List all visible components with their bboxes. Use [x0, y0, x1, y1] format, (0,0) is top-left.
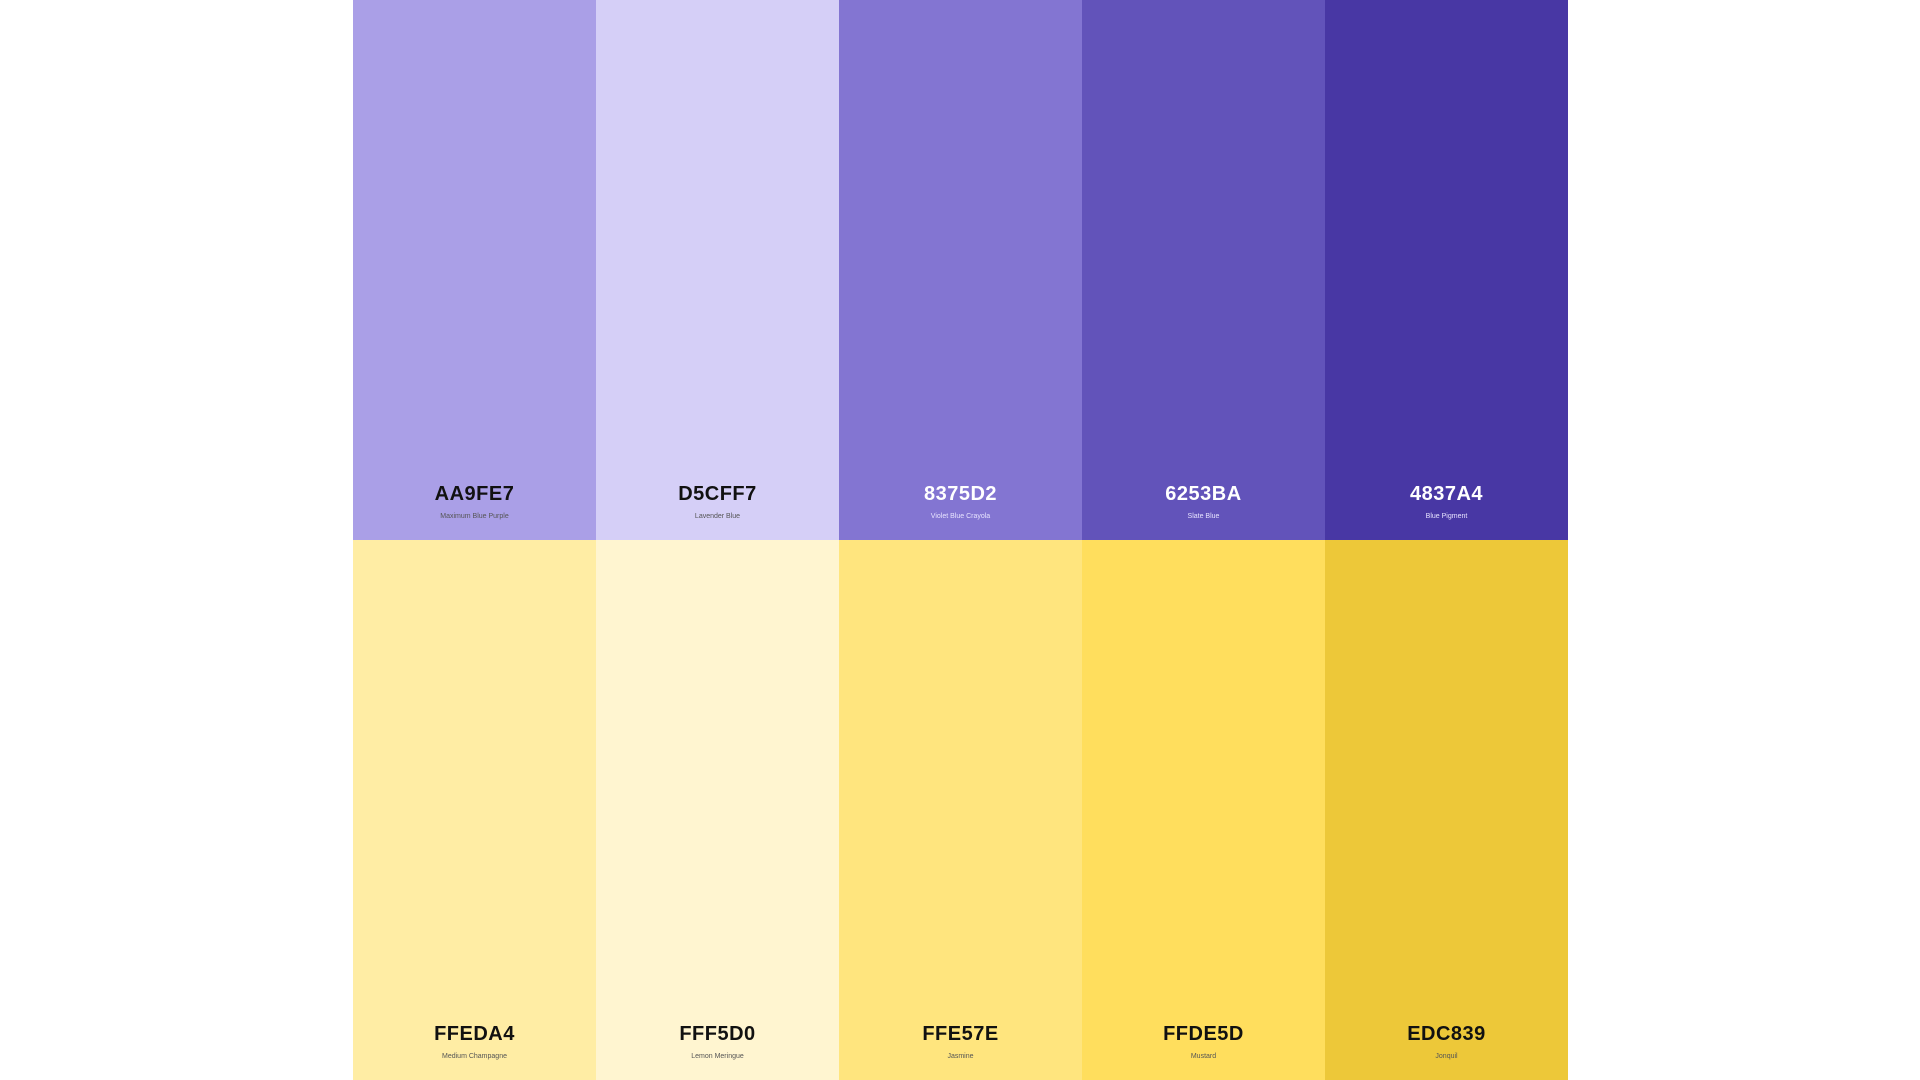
- swatch-hex-code: EDC839: [1407, 1023, 1486, 1045]
- color-swatch[interactable]: AA9FE7 Maximum Blue Purple: [353, 0, 596, 540]
- swatch-color-name: Blue Pigment: [1425, 513, 1468, 520]
- color-swatch[interactable]: FFF5D0 Lemon Meringue: [596, 540, 839, 1080]
- swatch-hex-code: D5CFF7: [678, 483, 757, 505]
- swatch-hex-code: FFF5D0: [679, 1023, 756, 1045]
- palette-row-purple: AA9FE7 Maximum Blue Purple D5CFF7 Lavend…: [353, 0, 1568, 540]
- swatch-hex-code: FFEDA4: [434, 1023, 515, 1045]
- color-swatch[interactable]: FFE57E Jasmine: [839, 540, 1082, 1080]
- swatch-color-name: Violet Blue Crayola: [930, 513, 991, 520]
- color-swatch[interactable]: FFEDA4 Medium Champagne: [353, 540, 596, 1080]
- swatch-hex-code: 8375D2: [923, 483, 998, 505]
- palette-row-yellow: FFEDA4 Medium Champagne FFF5D0 Lemon Mer…: [353, 540, 1568, 1080]
- color-swatch[interactable]: EDC839 Jonquil: [1325, 540, 1568, 1080]
- swatch-color-name: Slate Blue: [1187, 513, 1220, 520]
- swatch-color-name: Lavender Blue: [694, 513, 741, 520]
- swatch-color-name: Medium Champagne: [442, 1053, 507, 1060]
- swatch-hex-code: 6253BA: [1165, 483, 1242, 505]
- swatch-color-name: Jasmine: [947, 1053, 974, 1060]
- swatch-color-name: Mustard: [1190, 1053, 1217, 1060]
- swatch-color-name: Maximum Blue Purple: [440, 513, 509, 520]
- swatch-color-name: Jonquil: [1435, 1053, 1458, 1060]
- swatch-hex-code: 4837A4: [1409, 483, 1484, 505]
- swatch-hex-code: AA9FE7: [434, 483, 515, 505]
- color-palette: AA9FE7 Maximum Blue Purple D5CFF7 Lavend…: [353, 0, 1568, 1080]
- color-swatch[interactable]: FFDE5D Mustard: [1082, 540, 1325, 1080]
- swatch-hex-code: FFDE5D: [1163, 1023, 1244, 1045]
- color-swatch[interactable]: 8375D2 Violet Blue Crayola: [839, 0, 1082, 540]
- swatch-hex-code: FFE57E: [922, 1023, 999, 1045]
- color-swatch[interactable]: 4837A4 Blue Pigment: [1325, 0, 1568, 540]
- swatch-color-name: Lemon Meringue: [691, 1053, 744, 1060]
- color-swatch[interactable]: 6253BA Slate Blue: [1082, 0, 1325, 540]
- color-swatch[interactable]: D5CFF7 Lavender Blue: [596, 0, 839, 540]
